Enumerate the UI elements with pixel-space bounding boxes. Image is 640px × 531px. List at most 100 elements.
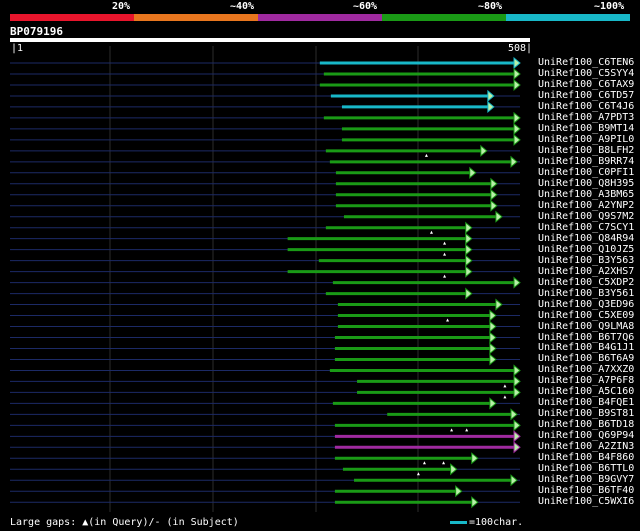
gap-marker [443,274,447,278]
hit-label[interactable]: UniRef100_C6T4J6 [538,101,634,112]
gap-marker [465,428,469,432]
hit-arrow [487,100,495,113]
hit-label[interactable]: UniRef100_B9RR74 [538,156,634,167]
scale-text: =100char. [469,517,524,528]
hit-label[interactable]: UniRef100_B9MT14 [538,123,634,134]
hit-label[interactable]: UniRef100_B4F860 [538,452,634,463]
hit-arrow [510,155,518,168]
gap-marker [422,461,426,465]
hit-arrow [513,111,521,124]
hit-label[interactable]: UniRef100_A5C160 [538,386,634,397]
hit-arrow [455,485,463,498]
scale-swatch [450,521,467,524]
hit-label[interactable]: UniRef100_B4FQE1 [538,397,634,408]
hit-label[interactable]: UniRef100_B6T7Q6 [538,332,634,343]
hit-arrow [513,67,521,81]
gaps-legend: Large gaps: ▲(in Query)/- (in Subject) [10,517,239,528]
gap-marker [503,395,507,399]
hit-label[interactable]: UniRef100_A7PDT3 [538,112,634,123]
hit-label[interactable]: UniRef100_B3Y561 [538,288,634,299]
hit-label[interactable]: UniRef100_C6TAX9 [538,79,634,90]
hit-arrow [489,342,497,355]
scale-legend: =100char. [450,517,523,528]
hit-arrow [513,56,521,70]
hit-label[interactable]: UniRef100_B6T6A9 [538,353,634,364]
gap-marker [416,472,420,476]
hit-label[interactable]: UniRef100_A3BM65 [538,189,634,200]
hit-arrow [489,397,497,410]
hit-arrow [513,364,521,377]
hit-arrow [510,474,518,487]
hit-arrow [495,210,503,223]
hit-label[interactable]: UniRef100_A2YNP2 [538,200,634,211]
hit-label[interactable]: UniRef100_B6TD18 [538,419,634,430]
hit-label[interactable]: UniRef100_C5SYY4 [538,68,634,79]
hit-arrow [513,419,521,432]
hit-arrow [471,452,479,465]
hit-arrow [513,386,521,399]
hit-arrow [513,430,521,443]
blast-overview: 20% ~40% ~60% ~80% ~100% BP079196 |1 508… [0,0,640,531]
gap-marker [429,230,433,234]
hit-label[interactable]: UniRef100_C6TD57 [538,90,634,101]
hit-label[interactable]: UniRef100_A2ZIN3 [538,441,634,452]
hit-arrow [465,254,473,267]
hit-label[interactable]: UniRef100_B9GVY7 [538,474,634,485]
hit-arrow [450,463,458,476]
hit-arrow [490,188,498,201]
hit-label[interactable]: UniRef100_B9ST81 [538,408,634,419]
hit-label[interactable]: UniRef100_Q3ED96 [538,299,634,310]
gap-marker [446,318,450,322]
hit-arrow [489,331,497,344]
hit-label[interactable]: UniRef100_A2XHS7 [538,266,634,277]
gap-marker [503,384,507,388]
hit-arrow [465,265,473,278]
gap-marker [450,428,454,432]
hit-label[interactable]: UniRef100_B6TTL0 [538,463,634,474]
gap-marker [443,252,447,256]
hit-arrow [489,353,497,366]
hit-label[interactable]: UniRef100_Q9S7M2 [538,211,634,222]
hit-arrow [490,199,498,212]
hit-arrow [465,243,473,256]
hit-arrow [465,287,473,300]
hit-arrow [469,166,477,179]
hit-arrow [513,441,521,454]
gap-marker [442,461,446,465]
hit-label[interactable]: UniRef100_C5XDP2 [538,277,634,288]
hit-arrow [513,78,521,92]
hit-label[interactable]: UniRef100_B3Y563 [538,255,634,266]
hit-label[interactable]: UniRef100_Q69P94 [538,430,634,441]
hit-label[interactable]: UniRef100_B6TF40 [538,485,634,496]
hit-label[interactable]: UniRef100_Q9LMA8 [538,321,634,332]
hit-arrow [513,133,521,146]
hit-arrow [487,89,495,103]
hit-label[interactable]: UniRef100_C5XE09 [538,310,634,321]
hit-label[interactable]: UniRef100_B8LFH2 [538,145,634,156]
hit-arrow [465,221,473,234]
hit-arrow [489,320,497,333]
gap-marker [443,241,447,245]
hit-arrow [513,375,521,388]
hit-arrow [510,408,518,421]
hit-label[interactable]: UniRef100_C5WXI6 [538,496,634,507]
gap-marker [424,153,428,157]
hit-arrow [471,496,479,509]
hit-arrow [480,144,488,157]
hit-arrow [513,122,521,135]
hit-label[interactable]: UniRef100_C0PFI1 [538,167,634,178]
hit-label[interactable]: UniRef100_C7SCY1 [538,222,634,233]
hit-label[interactable]: UniRef100_C6TEN6 [538,57,634,68]
hit-label[interactable]: UniRef100_A7P6F8 [538,375,634,386]
hit-label[interactable]: UniRef100_B4G1J1 [538,342,634,353]
hit-label[interactable]: UniRef100_Q10JZ5 [538,244,634,255]
hit-label[interactable]: UniRef100_Q8H395 [538,178,634,189]
hit-arrow [465,232,473,245]
hit-label[interactable]: UniRef100_A7XXZ0 [538,364,634,375]
hit-arrow [489,309,497,322]
hit-arrow [495,298,503,311]
hit-arrow [513,276,521,289]
hit-label[interactable]: UniRef100_A9PIL0 [538,134,634,145]
hit-label[interactable]: UniRef100_Q84R94 [538,233,634,244]
hit-arrow [490,177,498,190]
